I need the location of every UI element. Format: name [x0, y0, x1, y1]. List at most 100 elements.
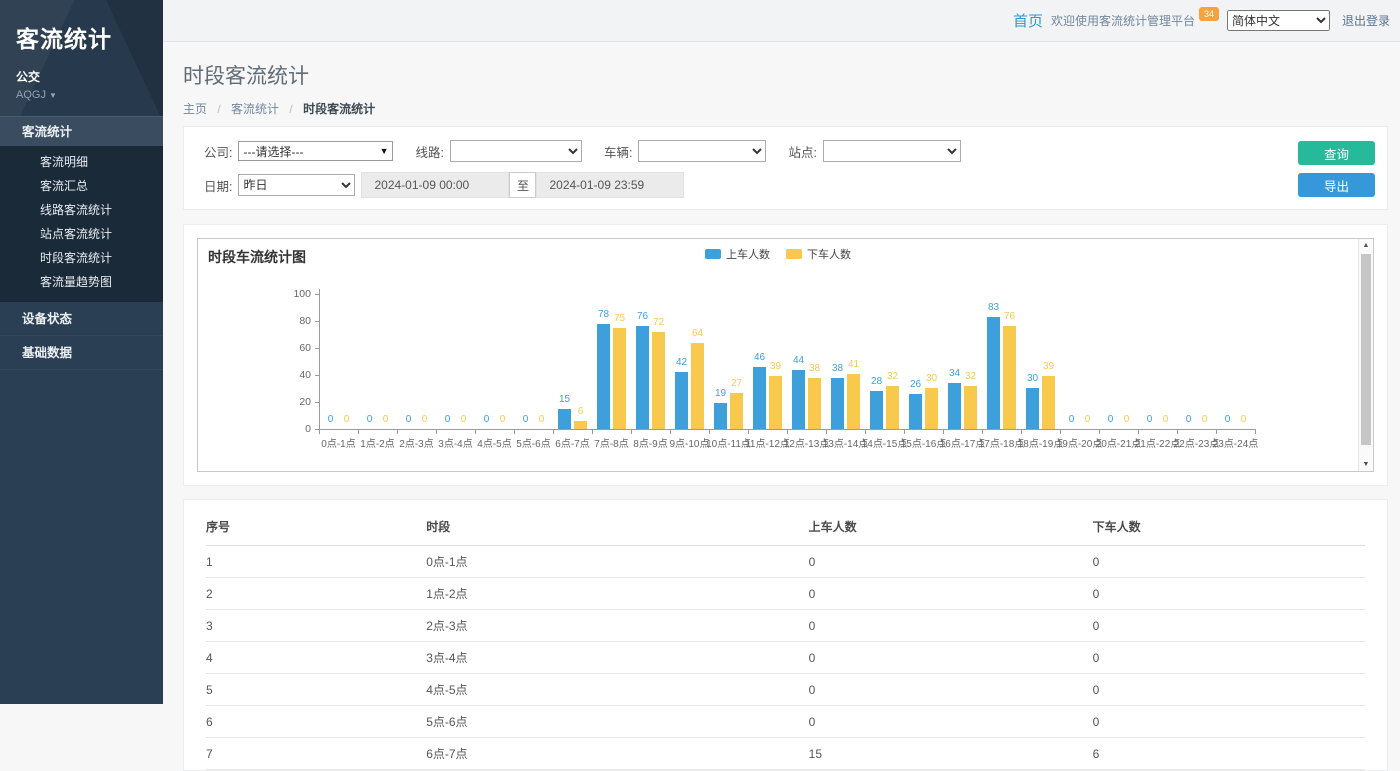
x-category-label: 23点-24点 [1196, 435, 1275, 450]
x-tick-mark [943, 429, 944, 434]
date-to-input[interactable]: 2024-01-09 23:59 [536, 172, 684, 198]
table-row: 21点-2点00 [206, 578, 1365, 610]
page-heading: 时段客流统计 主页 / 客流统计 / 时段客流统计 [163, 42, 1400, 117]
sidebar-item-4[interactable]: 时段客流统计 [0, 246, 163, 270]
x-tick-mark [865, 429, 866, 434]
bar-上车人数-9 [675, 372, 688, 429]
table-cell: 0 [1093, 578, 1365, 610]
table-cell: 0 [1093, 642, 1365, 674]
sidebar-section-0[interactable]: 设备状态 [0, 302, 163, 336]
bar-下车人数-9 [691, 343, 704, 429]
table-cell: 2 [206, 578, 426, 610]
line-label: 线路: [415, 142, 443, 161]
table-cell: 3点-4点 [426, 642, 808, 674]
scroll-up-icon[interactable]: ▲ [1359, 239, 1373, 252]
table-cell: 0 [1093, 546, 1365, 578]
home-link[interactable]: 首页 [1013, 10, 1043, 31]
logout-link[interactable]: 退出登录 [1342, 12, 1390, 29]
stats-table: 序号 时段 上车人数 下车人数 10点-1点0021点-2点0032点-3点00… [206, 508, 1365, 770]
table-row: 32点-3点00 [206, 610, 1365, 642]
sidebar-item-5[interactable]: 客流量趋势图 [0, 270, 163, 294]
sidebar-item-1[interactable]: 客流汇总 [0, 174, 163, 198]
date-preset-select[interactable]: 昨日 [238, 174, 355, 196]
table-cell: 0 [809, 578, 1093, 610]
table-cell: 4 [206, 642, 426, 674]
breadcrumb: 主页 / 客流统计 / 时段客流统计 [183, 100, 1400, 117]
bar-value-label: 0 [1226, 414, 1262, 425]
x-tick-mark [475, 429, 476, 434]
legend-item[interactable]: 上车人数 [705, 246, 770, 262]
export-button[interactable]: 导出 [1298, 173, 1375, 197]
vehicle-select[interactable] [638, 140, 766, 162]
breadcrumb-passenger-stats[interactable]: 客流统计 [231, 102, 279, 116]
bar-value-label: 15 [547, 394, 583, 405]
y-tick-mark [315, 375, 319, 376]
table-cell: 1 [206, 546, 426, 578]
table-cell: 1点-2点 [426, 578, 808, 610]
sidebar-section-1[interactable]: 基础数据 [0, 336, 163, 370]
bar-value-label: 6 [563, 406, 599, 417]
vehicle-label: 车辆: [604, 142, 632, 161]
table-cell: 0 [809, 610, 1093, 642]
breadcrumb-separator: / [217, 102, 220, 116]
scroll-down-icon[interactable]: ▼ [1359, 458, 1373, 471]
x-tick-mark [631, 429, 632, 434]
breadcrumb-home[interactable]: 主页 [183, 102, 207, 116]
chart-panel: 时段车流统计图 上车人数下车人数 020406080100000点-1点001点… [183, 224, 1388, 486]
x-tick-mark [1177, 429, 1178, 434]
language-select[interactable]: 简体中文 [1227, 10, 1330, 31]
legend-swatch [786, 249, 802, 259]
scrollbar-thumb[interactable] [1361, 254, 1371, 445]
table-cell: 7 [206, 738, 426, 770]
brand-block: 客流统计 公交 AQGJ▼ [0, 0, 163, 116]
table-cell: 5 [206, 674, 426, 706]
legend-item[interactable]: 下车人数 [786, 246, 851, 262]
bar-上车人数-11 [753, 367, 766, 429]
x-tick-mark [787, 429, 788, 434]
table-cell: 0点-1点 [426, 546, 808, 578]
chart-scrollbar[interactable]: ▲ ▼ [1358, 239, 1373, 471]
bar-下车人数-12 [808, 378, 821, 429]
x-tick-mark [397, 429, 398, 434]
y-tick-label: 100 [281, 288, 311, 300]
table-row: 54点-5点00 [206, 674, 1365, 706]
sidebar-item-2[interactable]: 线路客流统计 [0, 198, 163, 222]
table-cell: 4点-5点 [426, 674, 808, 706]
sidebar-item-0[interactable]: 客流明细 [0, 150, 163, 174]
welcome-text: 欢迎使用客流统计管理平台 [1051, 12, 1195, 29]
app-logo-title: 客流统计 [16, 20, 163, 54]
user-dropdown[interactable]: AQGJ▼ [16, 89, 163, 101]
y-tick-label: 60 [281, 342, 311, 354]
breadcrumb-separator: / [289, 102, 292, 116]
y-tick-label: 0 [281, 423, 311, 435]
x-tick-mark [592, 429, 593, 434]
table-cell: 0 [1093, 610, 1365, 642]
bar-上车人数-16 [948, 383, 961, 429]
breadcrumb-current: 时段客流统计 [303, 102, 375, 116]
x-tick-mark [748, 429, 749, 434]
company-select[interactable]: ---请选择--- ▼ [238, 141, 393, 161]
query-button[interactable]: 查询 [1298, 141, 1375, 165]
bar-上车人数-13 [831, 378, 844, 429]
bar-value-label: 27 [719, 378, 755, 389]
bar-下车人数-6 [574, 421, 587, 429]
table-cell: 0 [809, 642, 1093, 674]
sidebar: 客流统计 公交 AQGJ▼ 客流统计 客流明细客流汇总线路客流统计站点客流统计时… [0, 0, 163, 704]
table-cell: 0 [1093, 706, 1365, 738]
company-label: 公司: [204, 142, 232, 161]
table-row: 43点-4点00 [206, 642, 1365, 674]
y-tick-mark [315, 348, 319, 349]
bar-value-label: 0 [524, 414, 560, 425]
x-tick-mark [1099, 429, 1100, 434]
sidebar-item-3[interactable]: 站点客流统计 [0, 222, 163, 246]
x-tick-mark [553, 429, 554, 434]
station-select[interactable] [823, 140, 961, 162]
sidebar-group-passenger-stats[interactable]: 客流统计 [0, 116, 163, 146]
bar-下车人数-8 [652, 332, 665, 429]
date-from-input[interactable]: 2024-01-09 00:00 [361, 172, 509, 198]
caret-down-icon: ▼ [49, 91, 57, 100]
date-range-separator: 至 [509, 172, 536, 198]
line-select[interactable] [450, 140, 582, 162]
sidebar-plain-sections: 设备状态基础数据 [0, 302, 163, 370]
bar-下车人数-10 [730, 393, 743, 429]
